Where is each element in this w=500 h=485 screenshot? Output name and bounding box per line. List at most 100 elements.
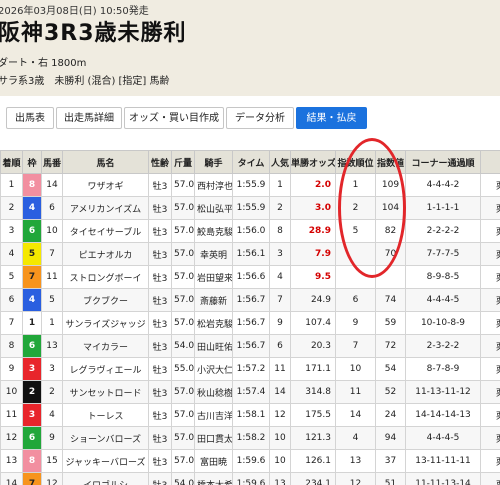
cell-waku: 5 xyxy=(22,242,42,266)
table-row[interactable]: 457ピエナオルカ牡357.0幸英明1:56.137.9 707-7-7-5栗 xyxy=(0,242,500,266)
col-win-odds[interactable]: 単勝オッズ xyxy=(290,150,336,174)
cell-horse-name[interactable]: ブクブクー xyxy=(62,288,149,312)
cell-index-rank: 5 xyxy=(335,219,376,243)
cell-horse-name[interactable]: サンセットロード xyxy=(62,380,149,404)
col-waku[interactable]: 枠 xyxy=(22,150,42,174)
cell-waku: 7 xyxy=(22,472,42,485)
cell-jockey: 秋山稔樹 xyxy=(194,380,233,404)
cell-finish: 3 xyxy=(0,219,23,243)
cell-finish: 13 xyxy=(0,449,23,473)
cell-weight: 55.0 xyxy=(171,357,195,381)
table-row[interactable]: 9 3 3 レグラヴィエール 牡3 55.0 小沢大仁 1:57.2 11 171.1 10 54 8-… xyxy=(0,357,500,381)
cell-corner-order: 1-1-1-1 xyxy=(405,196,481,220)
tab-results[interactable]: 結果・払戻 xyxy=(296,107,367,129)
cell-corner-order: 2-3-2-2 xyxy=(405,334,481,358)
cell-horse-name[interactable]: サンライズジャッジ xyxy=(62,311,149,335)
cell-umaban: 6 xyxy=(41,196,63,220)
results-table-wrapper: 着順 枠 馬番 馬名 性齢 斤量 騎手 タイム 人気 単勝オッズ 指数順位 指数… xyxy=(0,150,500,485)
col-corner-order[interactable]: コーナー通過順 xyxy=(405,150,481,174)
cell-horse-name[interactable]: ワザオギ xyxy=(62,173,149,197)
cell-stable: 栗 xyxy=(480,196,500,220)
cell-horse-name[interactable]: ショーンバローズ xyxy=(62,426,149,450)
cell-horse-name[interactable]: トーレス xyxy=(62,403,149,427)
cell-finish: 2 xyxy=(0,196,23,220)
col-sex-age[interactable]: 性齢 xyxy=(148,150,172,174)
table-row[interactable]: 5711ストロングボーイ牡357.0岩田望来1:56.649.5 8-9-8-5栗 xyxy=(0,265,500,289)
cell-sex-age: 牡3 xyxy=(148,196,172,220)
cell-horse-name[interactable]: ストロングボーイ xyxy=(62,265,149,289)
table-row[interactable]: 8 6 13 マイカラー 牡3 54.0 田山旺佑 1:56.7 6 20.3 7 72 2-3-2-2… xyxy=(0,334,500,358)
cell-waku: 6 xyxy=(22,334,42,358)
race-course: ダート・右 1800m xyxy=(0,58,87,69)
table-row[interactable]: 2 4 6 アメリカンイズム 牡3 57.0 松山弘平 1:55.9 2 3.0 2 104 1-1-1… xyxy=(0,196,500,220)
cell-umaban: 4 xyxy=(41,403,63,427)
col-index-value[interactable]: 指数値 xyxy=(375,150,406,174)
col-weight[interactable]: 斤量 xyxy=(171,150,195,174)
cell-waku: 8 xyxy=(22,449,42,473)
table-row[interactable]: 14712イロゴルシ牡354.0橋本太希1:59.613234.1125111-… xyxy=(0,472,500,485)
cell-time: 1:58.2 xyxy=(232,426,270,450)
cell-finish: 8 xyxy=(0,334,23,358)
results-table: 着順 枠 馬番 馬名 性齢 斤量 騎手 タイム 人気 単勝オッズ 指数順位 指数… xyxy=(0,150,500,485)
cell-sex-age: 牡3 xyxy=(148,173,172,197)
cell-popularity: 11 xyxy=(269,357,291,381)
table-row[interactable]: 13 8 15 ジャッキーバローズ 牡3 57.0 富田暁 1:59.6 10 126.1 13 37… xyxy=(0,449,500,473)
tab-entry-details[interactable]: 出走馬詳細 xyxy=(56,107,122,129)
cell-popularity: 2 xyxy=(269,196,291,220)
cell-jockey: 鮫島克駿 xyxy=(194,219,233,243)
cell-time: 1:56.7 xyxy=(232,311,270,335)
cell-corner-order: 7-7-7-5 xyxy=(405,242,481,266)
cell-finish: 5 xyxy=(0,265,23,289)
col-extra[interactable] xyxy=(480,150,500,174)
cell-corner-order: 14-14-14-13 xyxy=(405,403,481,427)
col-umaban[interactable]: 馬番 xyxy=(41,150,63,174)
table-row[interactable]: 1814ワザオギ牡357.0西村淳也1:55.912.011094-4-4-2栗 xyxy=(0,173,500,197)
tab-odds[interactable]: オッズ・買い目作成 xyxy=(124,107,224,129)
cell-horse-name[interactable]: アメリカンイズム xyxy=(62,196,149,220)
cell-jockey: 岩田望来 xyxy=(194,265,233,289)
cell-stable: 栗 xyxy=(480,472,500,485)
col-time[interactable]: タイム xyxy=(232,150,270,174)
cell-index-rank: 6 xyxy=(335,288,376,312)
cell-sex-age: 牡3 xyxy=(148,449,172,473)
table-row[interactable]: 12 6 9 ショーンバローズ 牡3 57.0 田口貫太 1:58.2 10 121.3 4 94 4-… xyxy=(0,426,500,450)
col-popularity[interactable]: 人気 xyxy=(269,150,291,174)
cell-sex-age: 牡3 xyxy=(148,265,172,289)
cell-stable: 栗 xyxy=(480,334,500,358)
cell-waku: 6 xyxy=(22,219,42,243)
cell-time: 1:57.2 xyxy=(232,357,270,381)
cell-finish: 4 xyxy=(0,242,23,266)
col-jockey[interactable]: 騎手 xyxy=(194,150,233,174)
tab-bar: 出馬表 出走馬詳細 オッズ・買い目作成 データ分析 結果・払戻 xyxy=(0,96,500,140)
cell-horse-name[interactable]: レグラヴィエール xyxy=(62,357,149,381)
cell-waku: 2 xyxy=(22,380,42,404)
cell-horse-name[interactable]: マイカラー xyxy=(62,334,149,358)
cell-corner-order: 2-2-2-2 xyxy=(405,219,481,243)
cell-index-rank: 7 xyxy=(335,334,376,358)
col-finish[interactable]: 着順 xyxy=(0,150,23,174)
cell-popularity: 10 xyxy=(269,426,291,450)
table-row[interactable]: 10 2 2 サンセットロード 牡3 57.0 秋山稔樹 1:57.4 14 314.8 11 52 1… xyxy=(0,380,500,404)
col-index-rank[interactable]: 指数順位 xyxy=(335,150,376,174)
col-horse-name[interactable]: 馬名 xyxy=(62,150,149,174)
cell-horse-name[interactable]: ジャッキーバローズ xyxy=(62,449,149,473)
table-row[interactable]: 7 1 1 サンライズジャッジ 牡3 57.0 松岩克駿 1:56.7 9 107.4 9 59 10-… xyxy=(0,311,500,335)
table-row[interactable]: 11 3 4 トーレス 牡3 57.0 古川吉洋 1:58.1 12 175.5 14 24 14-14… xyxy=(0,403,500,427)
table-row[interactable]: 645ブクブクー牡357.0斎藤新1:56.7724.96744-4-4-5栗 xyxy=(0,288,500,312)
cell-waku: 3 xyxy=(22,403,42,427)
cell-popularity: 1 xyxy=(269,173,291,197)
tab-entries[interactable]: 出馬表 xyxy=(6,107,54,129)
cell-umaban: 7 xyxy=(41,242,63,266)
cell-sex-age: 牡3 xyxy=(148,311,172,335)
table-row[interactable]: 3 6 10 タイセイサーブル 牡3 57.0 鮫島克駿 1:56.0 8 28.9 5 82 2-2-… xyxy=(0,219,500,243)
cell-waku: 7 xyxy=(22,265,42,289)
cell-jockey: 松岩克駿 xyxy=(194,311,233,335)
cell-finish: 11 xyxy=(0,403,23,427)
cell-stable: 栗 xyxy=(480,265,500,289)
cell-horse-name[interactable]: タイセイサーブル xyxy=(62,219,149,243)
tab-data-analysis[interactable]: データ分析 xyxy=(226,107,294,129)
cell-popularity: 9 xyxy=(269,311,291,335)
cell-index-rank: 9 xyxy=(335,311,376,335)
cell-horse-name[interactable]: ピエナオルカ xyxy=(62,242,149,266)
cell-horse-name[interactable]: イロゴルシ xyxy=(62,472,149,485)
